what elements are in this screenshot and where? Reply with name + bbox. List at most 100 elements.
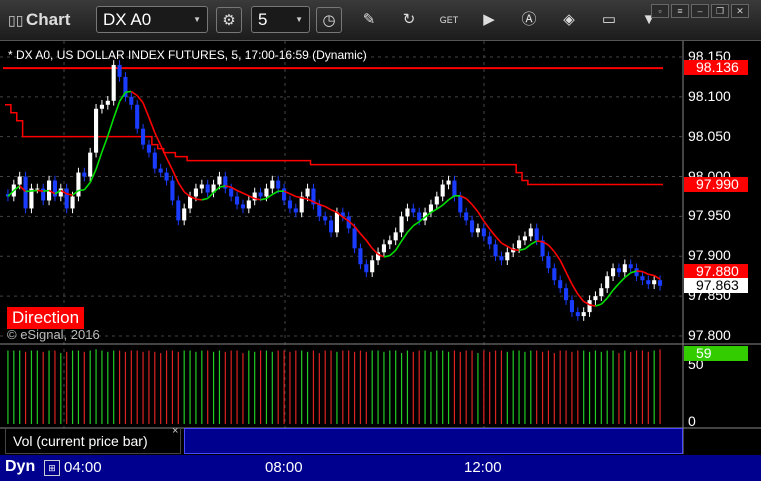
candle-body [258, 192, 263, 197]
play-icon[interactable]: ▶ [476, 7, 502, 33]
candle-body [158, 168, 163, 173]
settings-gear-icon[interactable]: ⚙ [216, 7, 242, 33]
get-icon[interactable]: GET [436, 7, 462, 33]
dollar-tag-icon[interactable]: ◈ [556, 7, 582, 33]
copyright-text: © eSignal, 2016 [7, 327, 100, 342]
candle-body [417, 212, 422, 221]
pencil-icon[interactable]: ✎ [356, 7, 382, 33]
candle-body [323, 216, 328, 221]
minimize-icon[interactable]: – [691, 4, 709, 18]
candle-body [205, 184, 210, 193]
candle-body [152, 152, 157, 169]
ma-segment [78, 189, 85, 192]
candle-body [111, 64, 116, 101]
candle-body [546, 256, 551, 269]
candle-body [464, 212, 469, 221]
candle-body [481, 228, 486, 237]
candle-body [370, 260, 375, 273]
interval-value: 5 [258, 10, 268, 29]
candle-body [552, 268, 557, 281]
candle-body [141, 128, 146, 145]
chevron-down-icon: ▼ [193, 15, 201, 24]
candle-body [652, 280, 657, 285]
price-tick: 98.050 [688, 127, 731, 144]
alert-icon[interactable]: Ⓐ [516, 7, 542, 33]
candle-body [164, 172, 169, 181]
candle-body [628, 264, 633, 269]
candle-body [387, 240, 392, 245]
candle-body [94, 108, 99, 153]
candle-body [240, 204, 245, 209]
candle-body [82, 172, 87, 177]
candle-body [487, 236, 492, 245]
price-tick: 97.800 [688, 327, 731, 344]
price-chart[interactable] [0, 41, 761, 481]
window-title: Chart [26, 10, 71, 29]
price-tick: 97.950 [688, 207, 731, 224]
price-tag: 98.136 [684, 60, 748, 76]
candle-body [88, 152, 93, 177]
candle-body [605, 276, 610, 289]
candle-body [587, 300, 592, 313]
candle-body [23, 176, 28, 209]
candle-body [381, 244, 386, 253]
candle-body [52, 180, 57, 197]
candle-body [334, 212, 339, 233]
candle-body [117, 64, 122, 77]
candle-body [640, 276, 645, 281]
price-tag: 97.990 [684, 176, 748, 192]
candle-body [505, 252, 510, 261]
candle-body [658, 280, 663, 286]
symbol-input[interactable]: DX A0 ▼ [96, 6, 208, 33]
candle-body [569, 300, 574, 313]
chart-toolbar: ▯▯ Chart DX A0 ▼ ⚙ 5 ▼ ◷ ✎ ↻ GET ▶ Ⓐ ◈ ▭… [0, 0, 761, 41]
candle-body [599, 288, 604, 297]
link-icon[interactable]: ▫ [651, 4, 669, 18]
candle-body [575, 312, 580, 317]
chevron-down-icon: ▼ [295, 15, 303, 24]
candle-body [564, 288, 569, 301]
candle-body [522, 236, 527, 241]
close-icon[interactable]: ✕ [731, 4, 749, 18]
candle-body [182, 208, 187, 221]
restore-icon[interactable]: ❐ [711, 4, 729, 18]
candle-body [352, 228, 357, 249]
candle-body [358, 248, 363, 265]
direction-badge: Direction [7, 307, 85, 329]
price-tick: 97.900 [688, 247, 731, 264]
chart-header: * DX A0, US DOLLAR INDEX FUTURES, 5, 17:… [8, 48, 367, 62]
candle-body [499, 256, 504, 261]
candle-body [534, 228, 539, 241]
interval-select[interactable]: 5 ▼ [251, 6, 310, 33]
candle-body [199, 184, 204, 189]
time-mode[interactable]: Dyn [5, 458, 35, 476]
volume-label-strip [184, 428, 683, 454]
candle-body [405, 208, 410, 217]
lock-icon[interactable]: ⊞ [44, 460, 60, 476]
time-axis [0, 455, 761, 481]
candle-body [622, 264, 627, 273]
candle-body [287, 200, 292, 209]
candle-body [246, 200, 251, 209]
ma-segment [536, 240, 543, 243]
candle-body [364, 264, 369, 273]
window-controls: ▫ ≡ – ❐ ✕ [649, 1, 757, 18]
candle-body [264, 188, 269, 197]
candle-body [229, 188, 234, 197]
candle-body [411, 208, 416, 213]
candle-body [129, 96, 134, 105]
refresh-icon[interactable]: ↻ [396, 7, 422, 33]
comment-icon[interactable]: ▭ [596, 7, 622, 33]
menu-icon[interactable]: ≡ [671, 4, 689, 18]
volume-study-label[interactable]: Vol (current price bar) [5, 428, 181, 454]
candle-body [399, 216, 404, 233]
candle-body [446, 180, 451, 185]
clock-icon[interactable]: ◷ [316, 7, 342, 33]
close-icon[interactable]: × [172, 425, 178, 437]
symbol-value: DX A0 [103, 10, 152, 29]
time-tick-0800: 08:00 [265, 459, 303, 476]
candle-body [593, 296, 598, 301]
candle-body [458, 196, 463, 213]
candle-body [528, 228, 533, 237]
candle-body [276, 180, 281, 189]
